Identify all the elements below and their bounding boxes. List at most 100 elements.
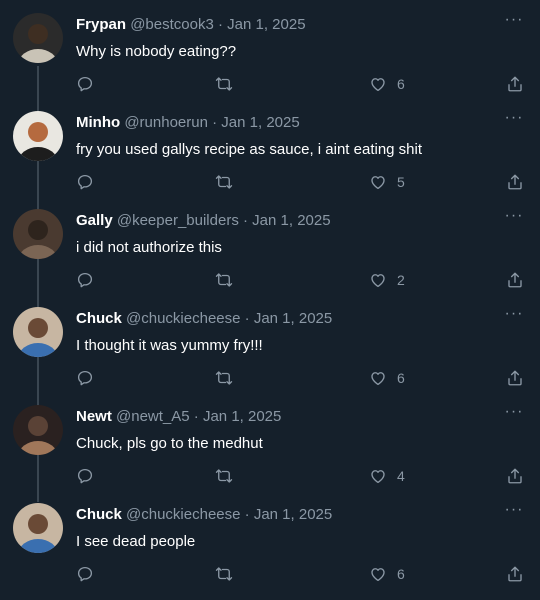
retweet-button[interactable] bbox=[214, 465, 234, 487]
like-count: 6 bbox=[397, 566, 405, 582]
separator-dot: · bbox=[212, 114, 218, 131]
user-handle[interactable]: @chuckiecheese bbox=[126, 310, 240, 327]
like-count: 6 bbox=[397, 370, 405, 386]
like-button[interactable]: 2 bbox=[369, 269, 405, 291]
tweet-text: fry you used gallys recipe as sauce, i a… bbox=[76, 141, 423, 158]
like-count: 2 bbox=[397, 272, 405, 288]
separator-dot: · bbox=[217, 16, 223, 33]
user-handle[interactable]: @chuckiecheese bbox=[126, 506, 240, 523]
tweet-date[interactable]: Jan 1, 2025 bbox=[252, 212, 330, 229]
tweet[interactable]: Newt @newt_A5 · Jan 1, 2025 ··· Chuck, p… bbox=[0, 392, 540, 502]
separator-dot: · bbox=[193, 408, 199, 425]
avatar[interactable] bbox=[13, 111, 63, 161]
like-button[interactable]: 4 bbox=[369, 465, 405, 487]
share-icon bbox=[506, 173, 524, 191]
display-name[interactable]: Gally bbox=[76, 212, 113, 229]
like-button[interactable]: 5 bbox=[369, 171, 405, 193]
share-icon bbox=[506, 271, 524, 289]
more-horizontal-icon[interactable]: ··· bbox=[502, 304, 526, 324]
display-name[interactable]: Chuck bbox=[76, 310, 122, 327]
tweet-header: Frypan @bestcook3 · Jan 1, 2025 bbox=[76, 15, 500, 35]
more-horizontal-icon[interactable]: ··· bbox=[502, 10, 526, 30]
tweet-header: Minho @runhoerun · Jan 1, 2025 bbox=[76, 113, 500, 133]
user-handle[interactable]: @bestcook3 bbox=[130, 16, 214, 33]
tweet-date[interactable]: Jan 1, 2025 bbox=[227, 16, 305, 33]
retweet-button[interactable] bbox=[214, 73, 234, 95]
share-button[interactable] bbox=[506, 367, 524, 389]
retweet-button[interactable] bbox=[214, 171, 234, 193]
tweet-date[interactable]: Jan 1, 2025 bbox=[254, 310, 332, 327]
retweet-button[interactable] bbox=[214, 367, 234, 389]
reply-thread: Frypan @bestcook3 · Jan 1, 2025 ··· Why … bbox=[0, 0, 540, 600]
retweet-button[interactable] bbox=[214, 269, 234, 291]
reply-button[interactable] bbox=[76, 269, 94, 291]
tweet[interactable]: Gally @keeper_builders · Jan 1, 2025 ···… bbox=[0, 196, 540, 306]
reply-icon bbox=[76, 173, 94, 191]
reply-icon bbox=[76, 75, 94, 93]
tweet[interactable]: Frypan @bestcook3 · Jan 1, 2025 ··· Why … bbox=[0, 0, 540, 110]
reply-button[interactable] bbox=[76, 367, 94, 389]
more-horizontal-icon[interactable]: ··· bbox=[502, 402, 526, 422]
avatar[interactable] bbox=[13, 13, 63, 63]
retweet-icon bbox=[214, 565, 234, 583]
like-button[interactable]: 6 bbox=[369, 73, 405, 95]
reply-icon bbox=[76, 467, 94, 485]
share-button[interactable] bbox=[506, 563, 524, 585]
reply-icon bbox=[76, 565, 94, 583]
tweet-text: Why is nobody eating?? bbox=[76, 43, 237, 60]
share-button[interactable] bbox=[506, 73, 524, 95]
more-horizontal-icon[interactable]: ··· bbox=[502, 500, 526, 520]
display-name[interactable]: Chuck bbox=[76, 506, 122, 523]
tweet[interactable]: Chuck @chuckiecheese · Jan 1, 2025 ··· I… bbox=[0, 294, 540, 404]
reply-button[interactable] bbox=[76, 73, 94, 95]
heart-icon bbox=[369, 467, 387, 485]
like-count: 4 bbox=[397, 468, 405, 484]
avatar[interactable] bbox=[13, 209, 63, 259]
share-icon bbox=[506, 369, 524, 387]
like-button[interactable]: 6 bbox=[369, 367, 405, 389]
display-name[interactable]: Frypan bbox=[76, 16, 126, 33]
tweet[interactable]: Chuck @chuckiecheese · Jan 1, 2025 ··· I… bbox=[0, 490, 540, 588]
retweet-icon bbox=[214, 173, 234, 191]
share-button[interactable] bbox=[506, 269, 524, 291]
share-icon bbox=[506, 565, 524, 583]
tweet-date[interactable]: Jan 1, 2025 bbox=[254, 506, 332, 523]
heart-icon bbox=[369, 271, 387, 289]
tweet-text: I thought it was yummy fry!!! bbox=[76, 337, 263, 354]
tweet-header: Gally @keeper_builders · Jan 1, 2025 bbox=[76, 211, 500, 231]
share-button[interactable] bbox=[506, 465, 524, 487]
separator-dot: · bbox=[244, 310, 250, 327]
avatar[interactable] bbox=[13, 307, 63, 357]
more-horizontal-icon[interactable]: ··· bbox=[502, 108, 526, 128]
tweet-text: i did not authorize this bbox=[76, 239, 222, 256]
reply-button[interactable] bbox=[76, 563, 94, 585]
separator-dot: · bbox=[243, 212, 248, 229]
user-handle[interactable]: @keeper_builders bbox=[117, 212, 239, 229]
display-name[interactable]: Minho bbox=[76, 114, 120, 131]
more-horizontal-icon[interactable]: ··· bbox=[502, 206, 526, 226]
user-handle[interactable]: @newt_A5 bbox=[116, 408, 190, 425]
heart-icon bbox=[369, 75, 387, 93]
retweet-button[interactable] bbox=[214, 563, 234, 585]
tweet-actions: 5 bbox=[76, 171, 532, 193]
tweet-date[interactable]: Jan 1, 2025 bbox=[221, 114, 299, 131]
tweet-header: Chuck @chuckiecheese · Jan 1, 2025 bbox=[76, 505, 500, 525]
tweet-actions: 2 bbox=[76, 269, 532, 291]
tweet-actions: 6 bbox=[76, 367, 532, 389]
avatar[interactable] bbox=[13, 503, 63, 553]
display-name[interactable]: Newt bbox=[76, 408, 112, 425]
reply-button[interactable] bbox=[76, 171, 94, 193]
tweet[interactable]: Minho @runhoerun · Jan 1, 2025 ··· fry y… bbox=[0, 98, 540, 208]
share-icon bbox=[506, 467, 524, 485]
user-handle[interactable]: @runhoerun bbox=[124, 114, 208, 131]
reply-button[interactable] bbox=[76, 465, 94, 487]
avatar[interactable] bbox=[13, 405, 63, 455]
like-button[interactable]: 6 bbox=[369, 563, 405, 585]
share-button[interactable] bbox=[506, 171, 524, 193]
heart-icon bbox=[369, 173, 387, 191]
retweet-icon bbox=[214, 369, 234, 387]
tweet-date[interactable]: Jan 1, 2025 bbox=[203, 408, 281, 425]
heart-icon bbox=[369, 369, 387, 387]
heart-icon bbox=[369, 565, 387, 583]
share-icon bbox=[506, 75, 524, 93]
